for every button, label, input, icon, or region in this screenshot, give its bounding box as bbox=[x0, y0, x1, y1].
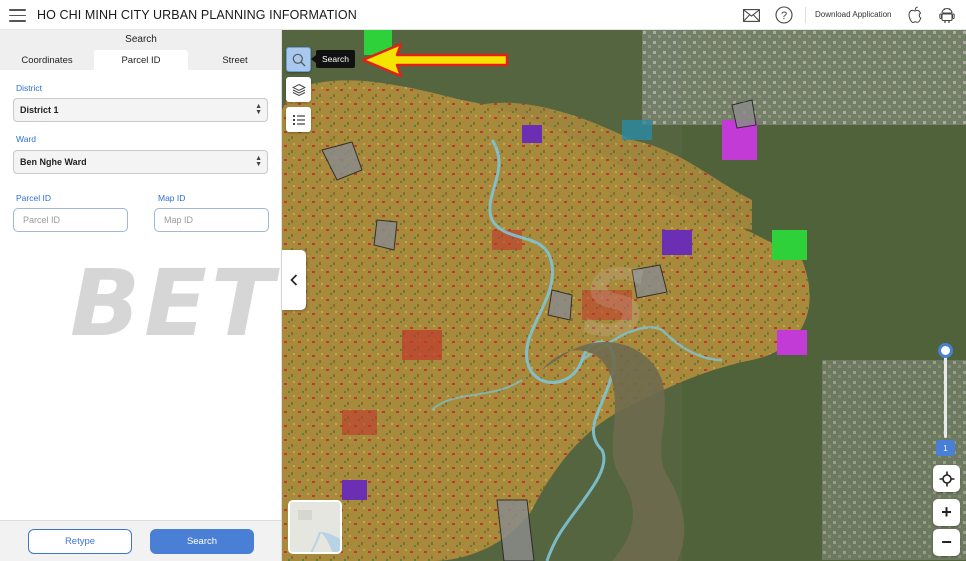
district-label: District bbox=[16, 83, 42, 93]
header-divider bbox=[805, 7, 806, 23]
download-application-link[interactable]: Download Application bbox=[815, 10, 892, 19]
locate-button[interactable] bbox=[933, 465, 960, 492]
map-imagery bbox=[282, 30, 966, 561]
help-icon[interactable]: ? bbox=[775, 6, 793, 24]
parcel-id-label: Parcel ID bbox=[16, 193, 51, 203]
zoom-level-badge: 1 bbox=[936, 440, 955, 456]
search-button[interactable]: Search bbox=[150, 529, 254, 554]
search-panel: Search Coordinates Parcel ID Street Dist… bbox=[0, 30, 282, 561]
select-arrows-icon: ▲ ▼ bbox=[255, 155, 262, 168]
search-tooltip: Search bbox=[311, 50, 355, 68]
collapse-panel-button[interactable] bbox=[282, 250, 306, 310]
parcel-id-input[interactable]: Parcel ID bbox=[13, 208, 128, 232]
app-title: HO CHI MINH CITY URBAN PLANNING INFORMAT… bbox=[37, 8, 357, 22]
ward-select[interactable]: Ben Nghe Ward ▲ ▼ bbox=[13, 150, 268, 174]
panel-header: Search Coordinates Parcel ID Street bbox=[0, 30, 281, 70]
chevron-left-icon bbox=[290, 274, 298, 286]
map-layers-button[interactable] bbox=[286, 77, 311, 102]
svg-text:?: ? bbox=[781, 10, 787, 22]
panel-footer: Retype Search bbox=[0, 520, 281, 561]
map-search-button[interactable] bbox=[286, 47, 311, 72]
plus-icon: + bbox=[941, 502, 952, 522]
zoom-in-button[interactable]: + bbox=[933, 499, 960, 526]
apple-icon[interactable] bbox=[906, 6, 924, 24]
android-icon[interactable] bbox=[938, 6, 956, 24]
map-legend-button[interactable] bbox=[286, 107, 311, 132]
zoom-slider-knob[interactable] bbox=[938, 343, 953, 358]
tab-coordinates[interactable]: Coordinates bbox=[0, 50, 94, 70]
district-select[interactable]: District 1 ▲ ▼ bbox=[13, 98, 268, 122]
select-arrows-icon: ▲ ▼ bbox=[255, 103, 262, 116]
legend-list-icon bbox=[292, 114, 305, 125]
retype-button[interactable]: Retype bbox=[28, 529, 132, 554]
app-header: HO CHI MINH CITY URBAN PLANNING INFORMAT… bbox=[0, 0, 966, 30]
tab-parcel-id[interactable]: Parcel ID bbox=[94, 50, 188, 70]
tab-street[interactable]: Street bbox=[188, 50, 281, 70]
search-icon bbox=[292, 53, 305, 66]
panel-title: Search bbox=[125, 34, 157, 45]
ward-label: Ward bbox=[16, 134, 36, 144]
watermark-text: BET bbox=[70, 250, 278, 357]
district-value: District 1 bbox=[20, 105, 59, 115]
minus-icon: − bbox=[941, 532, 952, 552]
mail-icon[interactable] bbox=[742, 6, 760, 24]
zoom-slider-track[interactable] bbox=[944, 350, 947, 438]
satellite-map[interactable]: S bbox=[282, 30, 966, 561]
minimap-thumbnail[interactable] bbox=[288, 500, 342, 554]
ward-value: Ben Nghe Ward bbox=[20, 157, 87, 167]
layers-icon bbox=[291, 83, 306, 96]
hamburger-menu-icon[interactable] bbox=[9, 9, 26, 22]
zoom-out-button[interactable]: − bbox=[933, 529, 960, 556]
annotation-arrow-icon bbox=[361, 42, 509, 78]
crosshair-icon bbox=[939, 471, 954, 486]
map-id-label: Map ID bbox=[158, 193, 186, 203]
minimap-image bbox=[290, 502, 340, 552]
map-id-input[interactable]: Map ID bbox=[154, 208, 269, 232]
